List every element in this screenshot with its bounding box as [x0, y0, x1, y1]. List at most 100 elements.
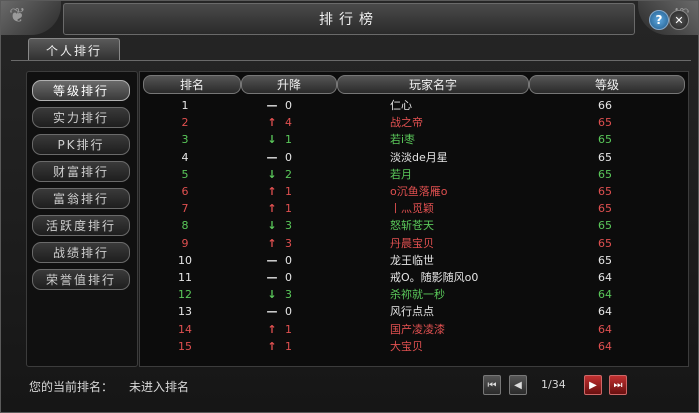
column-header-rank[interactable]: 排名	[143, 75, 241, 94]
table-row[interactable]: 5 ↓ 2 若月 65	[140, 166, 688, 183]
player-name-cell: 丨灬觅颖	[390, 202, 434, 216]
arrow-down-icon: ↓	[267, 288, 277, 302]
last-page-icon[interactable]: ⏭	[609, 375, 627, 395]
player-name-cell: 杀祢就一秒	[390, 288, 445, 302]
rank-cell: 15	[178, 339, 192, 353]
arrow-up-icon: ↑	[267, 202, 277, 216]
trend-cell: ↑ 1	[265, 338, 325, 355]
trend-cell: —0	[265, 97, 325, 114]
level-cell: 65	[598, 253, 612, 267]
rank-cell: 4	[181, 150, 189, 164]
table-row[interactable]: 14 ↑ 1 国产凌凌漆 64	[140, 321, 688, 338]
trend-change-value: 0	[285, 305, 292, 319]
dash-icon: —	[266, 253, 278, 267]
category-button-tycoon[interactable]: 富翁排行	[32, 188, 130, 209]
arrow-down-icon: ↓	[267, 133, 277, 147]
level-cell: 66	[598, 99, 612, 112]
next-page-icon[interactable]: ▶	[584, 375, 602, 395]
table-row[interactable]: 1 —0 仁心 66	[140, 97, 688, 114]
category-button-pk[interactable]: PK排行	[32, 134, 130, 155]
trend-change-value: 0	[285, 271, 292, 284]
tab-personal-ranking[interactable]: 个人排行	[28, 38, 120, 61]
arrow-up-icon: ↑	[267, 236, 277, 250]
rank-cell: 7	[181, 202, 189, 216]
player-name-cell: 国产凌凌漆	[390, 322, 445, 336]
table-row[interactable]: 15 ↑ 1 大宝贝 64	[140, 338, 688, 355]
help-button[interactable]: ?	[649, 10, 669, 30]
player-name-cell: 战之帝	[390, 116, 423, 130]
trend-cell: ↓ 3	[265, 217, 325, 234]
table-row[interactable]: 12 ↓ 3 杀祢就一秒 64	[140, 286, 688, 303]
player-name-cell: 戒O。随影随风o0	[390, 271, 479, 284]
trend-change-value: 4	[285, 116, 292, 130]
arrow-up-icon: ↑	[267, 116, 277, 130]
level-cell: 65	[598, 133, 612, 147]
category-button-strength[interactable]: 实力排行	[32, 107, 130, 128]
trend-cell: ↑ 1	[265, 183, 325, 200]
trend-cell: ↑ 1	[265, 321, 325, 338]
table-row[interactable]: 7 ↑ 1 丨灬觅颖 65	[140, 200, 688, 217]
category-button-activity[interactable]: 活跃度排行	[32, 215, 130, 236]
rank-cell: 14	[178, 322, 192, 336]
column-header-level[interactable]: 等级	[529, 75, 685, 94]
level-cell: 65	[598, 185, 612, 198]
table-row[interactable]: 11—0 戒O。随影随风o0 64	[140, 269, 688, 286]
trend-change-value: 1	[285, 202, 292, 216]
title-bar: 排行榜	[63, 3, 635, 35]
page-indicator: 1/34	[541, 378, 566, 391]
table-row[interactable]: 8 ↓ 3 怒斩苍天 65	[140, 217, 688, 234]
category-panel: 等级排行 实力排行 PK排行 财富排行 富翁排行 活跃度排行 战绩排行 荣誉值排…	[26, 71, 138, 367]
player-name-cell: 仁心	[390, 99, 412, 112]
column-header-name[interactable]: 玩家名字	[337, 75, 529, 94]
trend-change-value: 1	[285, 185, 292, 198]
dash-icon: —	[266, 99, 278, 112]
close-button[interactable]: ✕	[669, 10, 689, 30]
first-page-icon[interactable]: ⏮	[483, 375, 501, 395]
rank-cell: 1	[181, 99, 189, 112]
rank-cell: 2	[181, 116, 189, 130]
category-button-wealth[interactable]: 财富排行	[32, 161, 130, 182]
trend-change-value: 1	[285, 133, 292, 147]
player-name-cell: o沉鱼落雁o	[390, 185, 448, 198]
dash-icon: —	[266, 271, 278, 284]
player-name-cell: 龙王临世	[390, 253, 434, 267]
level-cell: 64	[598, 322, 612, 336]
level-cell: 64	[598, 271, 612, 284]
arrow-down-icon: ↓	[267, 167, 277, 181]
trend-change-value: 3	[285, 236, 292, 250]
player-name-cell: 大宝贝	[390, 339, 423, 353]
trend-cell: ↑ 4	[265, 114, 325, 131]
table-row[interactable]: 9 ↑ 3 丹晨宝贝 65	[140, 235, 688, 252]
tab-divider	[11, 60, 691, 61]
corner-ornament-left: ❦	[1, 1, 61, 35]
table-row[interactable]: 13—0 风行点点 64	[140, 303, 688, 320]
table-row[interactable]: 3 ↓ 1 若і枣 65	[140, 131, 688, 148]
trend-cell: —0	[265, 269, 325, 286]
trend-cell: ↓ 1	[265, 131, 325, 148]
rank-cell: 10	[178, 253, 192, 267]
trend-cell: —0	[265, 149, 325, 166]
level-cell: 64	[598, 305, 612, 319]
level-cell: 65	[598, 236, 612, 250]
rank-cell: 5	[181, 167, 189, 181]
column-header-trend[interactable]: 升降	[241, 75, 337, 94]
dash-icon: —	[266, 305, 278, 319]
level-cell: 65	[598, 167, 612, 181]
rank-cell: 9	[181, 236, 189, 250]
table-row[interactable]: 6 ↑ 1 o沉鱼落雁o 65	[140, 183, 688, 200]
category-button-record[interactable]: 战绩排行	[32, 242, 130, 263]
trend-change-value: 0	[285, 253, 292, 267]
trend-change-value: 2	[285, 167, 292, 181]
category-button-level[interactable]: 等级排行	[32, 80, 130, 101]
prev-page-icon[interactable]: ◀	[509, 375, 527, 395]
category-button-honor[interactable]: 荣誉值排行	[32, 269, 130, 290]
trend-change-value: 1	[285, 322, 292, 336]
level-cell: 64	[598, 288, 612, 302]
ranking-window: ❦ ❦ 排行榜 ? ✕ 个人排行 等级排行 实力排行 PK排行 财富排行 富翁排…	[0, 0, 699, 413]
level-cell: 65	[598, 116, 612, 130]
rank-cell: 6	[181, 185, 189, 198]
table-row[interactable]: 4—0 淡淡de月星 65	[140, 149, 688, 166]
table-row[interactable]: 2 ↑ 4 战之帝 65	[140, 114, 688, 131]
table-row[interactable]: 10 — 0 龙王临世 65	[140, 252, 688, 269]
dash-icon: —	[266, 150, 278, 164]
